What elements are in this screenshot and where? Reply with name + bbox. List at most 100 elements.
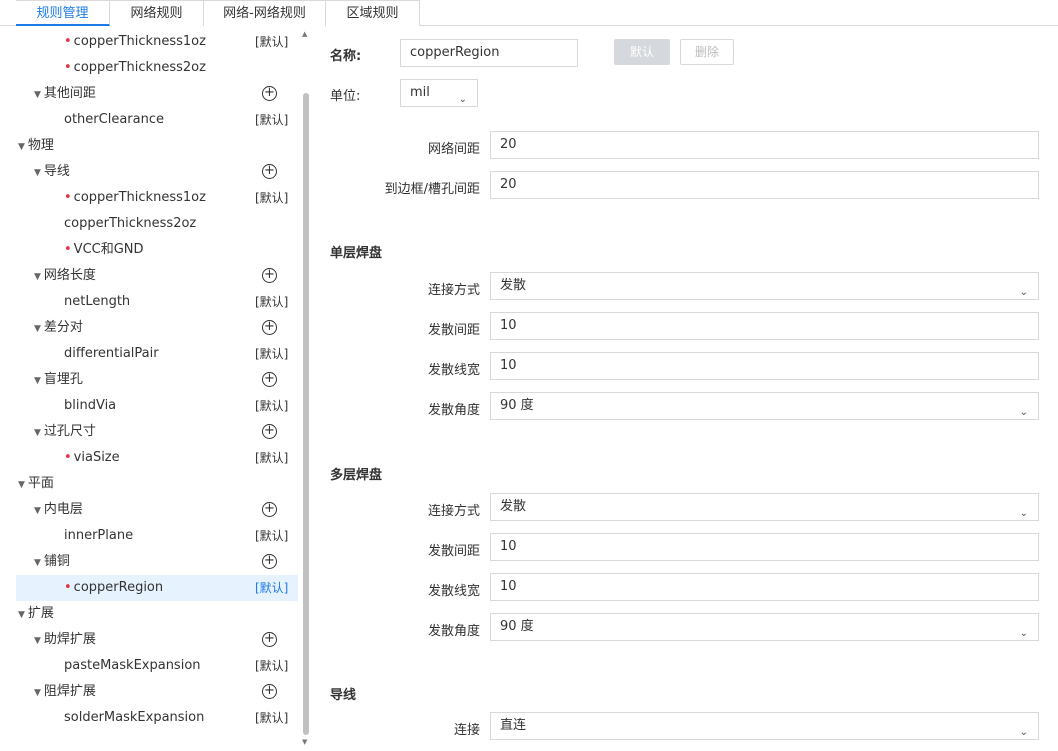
caret-down-icon[interactable]: ▼ [34, 688, 41, 698]
multi-spoke-gap-input[interactable]: 10 [490, 533, 1039, 561]
tree-item-label: copperThickness2oz [64, 216, 197, 231]
tree-category-item[interactable]: ▼ 阻焊扩展 + [0, 679, 298, 705]
tree-item-text: ▼ 物理 [18, 133, 54, 160]
tree-item-label: blindVia [64, 398, 117, 413]
tree-rule-item[interactable]: otherClearance [默认] [0, 107, 298, 133]
tree-item-text: ▼ 导线 [34, 159, 70, 186]
tree-rule-item[interactable]: • copperThickness2oz [0, 55, 298, 81]
add-circle-icon[interactable]: + [262, 372, 277, 387]
tree-rule-item[interactable]: differentialPair [默认] [0, 341, 298, 367]
add-circle-icon[interactable]: + [262, 320, 277, 335]
name-input[interactable]: copperRegion [400, 39, 578, 67]
scroll-up-icon[interactable]: ▲ [302, 30, 307, 38]
add-circle-icon[interactable]: + [262, 86, 277, 101]
chevron-down-icon: ⌄ [1019, 407, 1028, 418]
multi-pad-title: 多层焊盘 [330, 468, 383, 483]
default-tag: [默认] [255, 529, 289, 543]
tree-rule-item[interactable]: pasteMaskExpansion [默认] [0, 653, 298, 679]
caret-down-icon[interactable]: ▼ [34, 428, 41, 438]
single-connect-select[interactable]: 发散 ⌄ [490, 272, 1039, 300]
multi-spoke-width-input[interactable]: 10 [490, 573, 1039, 601]
tree-rule-item[interactable]: netLength [默认] [0, 289, 298, 315]
single-spoke-width-input[interactable]: 10 [490, 352, 1039, 380]
caret-down-icon[interactable]: ▼ [34, 168, 41, 178]
tree-rule-item[interactable]: • copperThickness1oz [默认] [0, 29, 298, 55]
caret-down-icon[interactable]: ▼ [34, 90, 41, 100]
tree-category-item[interactable]: ▼ 物理 [0, 133, 298, 159]
tree-category-item[interactable]: ▼ 过孔尺寸 + [0, 419, 298, 445]
tree-item-label: copperThickness1oz [73, 34, 206, 49]
add-circle-icon[interactable]: + [262, 164, 277, 179]
default-tag: [默认] [255, 711, 289, 725]
tree-rule-item[interactable]: innerPlane [默认] [0, 523, 298, 549]
caret-down-icon[interactable]: ▼ [34, 558, 41, 568]
tab-net-net-rules[interactable]: 网络-网络规则 [204, 0, 326, 26]
tree-category-item[interactable]: ▼ 盲埋孔 + [0, 367, 298, 393]
tree-item-text: ▼ 差分对 [34, 315, 83, 342]
unit-select[interactable]: mil ⌄ [400, 79, 478, 107]
tree-rule-item[interactable]: copperThickness2oz [0, 211, 298, 237]
multi-spoke-gap-label: 发散间距 [427, 544, 480, 559]
tree-category-item[interactable]: ▼ 平面 [0, 471, 298, 497]
single-spoke-gap-input[interactable]: 10 [490, 312, 1039, 340]
caret-down-icon[interactable]: ▼ [34, 272, 41, 282]
caret-down-icon[interactable]: ▼ [34, 376, 41, 386]
scroll-down-icon[interactable]: ▼ [302, 738, 307, 746]
tree-rule-item[interactable]: • VCC和GND [0, 237, 298, 263]
tab-region-rules[interactable]: 区域规则 [326, 0, 420, 26]
tree-category-item[interactable]: ▼ 网络长度 + [0, 263, 298, 289]
tree-item-label: 导线 [43, 164, 70, 179]
tree-category-item[interactable]: ▼ 导线 + [0, 159, 298, 185]
tree-item-text: ▼ 其他间距 [34, 81, 96, 108]
tree-category-item[interactable]: ▼ 内电层 + [0, 497, 298, 523]
caret-down-icon[interactable]: ▼ [34, 636, 41, 646]
single-spoke-angle-select[interactable]: 90 度 ⌄ [490, 392, 1039, 420]
multi-spoke-width-label: 发散线宽 [427, 584, 480, 599]
tree-rule-item[interactable]: blindVia [默认] [0, 393, 298, 419]
single-connect-label: 连接方式 [427, 283, 480, 298]
tree-item-label: 差分对 [43, 320, 83, 335]
multi-connect-select[interactable]: 发散 ⌄ [490, 493, 1039, 521]
add-circle-icon[interactable]: + [262, 502, 277, 517]
tree-category-item[interactable]: ▼ 差分对 + [0, 315, 298, 341]
tab-net-rules[interactable]: 网络规则 [110, 0, 204, 26]
add-circle-icon[interactable]: + [262, 684, 277, 699]
tree-item-label: 网络长度 [43, 268, 96, 283]
single-spoke-width-label: 发散线宽 [427, 363, 480, 378]
tree-item-label: 其他间距 [43, 86, 96, 101]
caret-down-icon[interactable]: ▼ [34, 506, 41, 516]
tree-category-item[interactable]: ▼ 铺铜 + [0, 549, 298, 575]
caret-down-icon[interactable]: ▼ [18, 480, 25, 490]
add-circle-icon[interactable]: + [262, 632, 277, 647]
delete-button[interactable]: 删除 [680, 39, 734, 65]
add-circle-icon[interactable]: + [262, 554, 277, 569]
add-circle-icon[interactable]: + [262, 424, 277, 439]
tree-category-item[interactable]: ▼ 其他间距 + [0, 81, 298, 107]
track-connect-select[interactable]: 直连 ⌄ [490, 712, 1039, 740]
net-clearance-label: 网络间距 [427, 142, 480, 157]
caret-down-icon[interactable]: ▼ [34, 324, 41, 334]
net-clearance-input[interactable]: 20 [490, 131, 1039, 159]
tree-rule-item[interactable]: • copperRegion [默认] [16, 575, 298, 601]
name-label: 名称: [330, 49, 362, 64]
tree-rule-item[interactable]: • copperThickness1oz [默认] [0, 185, 298, 211]
scroll-thumb[interactable] [303, 93, 309, 735]
caret-down-icon[interactable]: ▼ [18, 142, 25, 152]
multi-spoke-angle-select[interactable]: 90 度 ⌄ [490, 613, 1039, 641]
chevron-down-icon: ⌄ [458, 94, 467, 105]
tree-item-label: copperRegion [73, 580, 164, 595]
tree-category-item[interactable]: ▼ 扩展 [0, 601, 298, 627]
tree-item-text: ▼ 助焊扩展 [34, 627, 96, 654]
board-clearance-input[interactable]: 20 [490, 171, 1039, 199]
tree-item-label: VCC和GND [73, 242, 144, 257]
required-dot-icon: • [64, 242, 72, 257]
tab-rule-management[interactable]: 规则管理 [16, 0, 110, 26]
unit-label: 单位: [330, 89, 361, 104]
board-clearance-label: 到边框/槽孔间距 [384, 182, 480, 197]
tree-rule-item[interactable]: • viaSize [默认] [0, 445, 298, 471]
caret-down-icon[interactable]: ▼ [18, 610, 25, 620]
tree-rule-item[interactable]: solderMaskExpansion [默认] [0, 705, 298, 731]
default-button[interactable]: 默认 [614, 39, 670, 65]
tree-category-item[interactable]: ▼ 助焊扩展 + [0, 627, 298, 653]
add-circle-icon[interactable]: + [262, 268, 277, 283]
